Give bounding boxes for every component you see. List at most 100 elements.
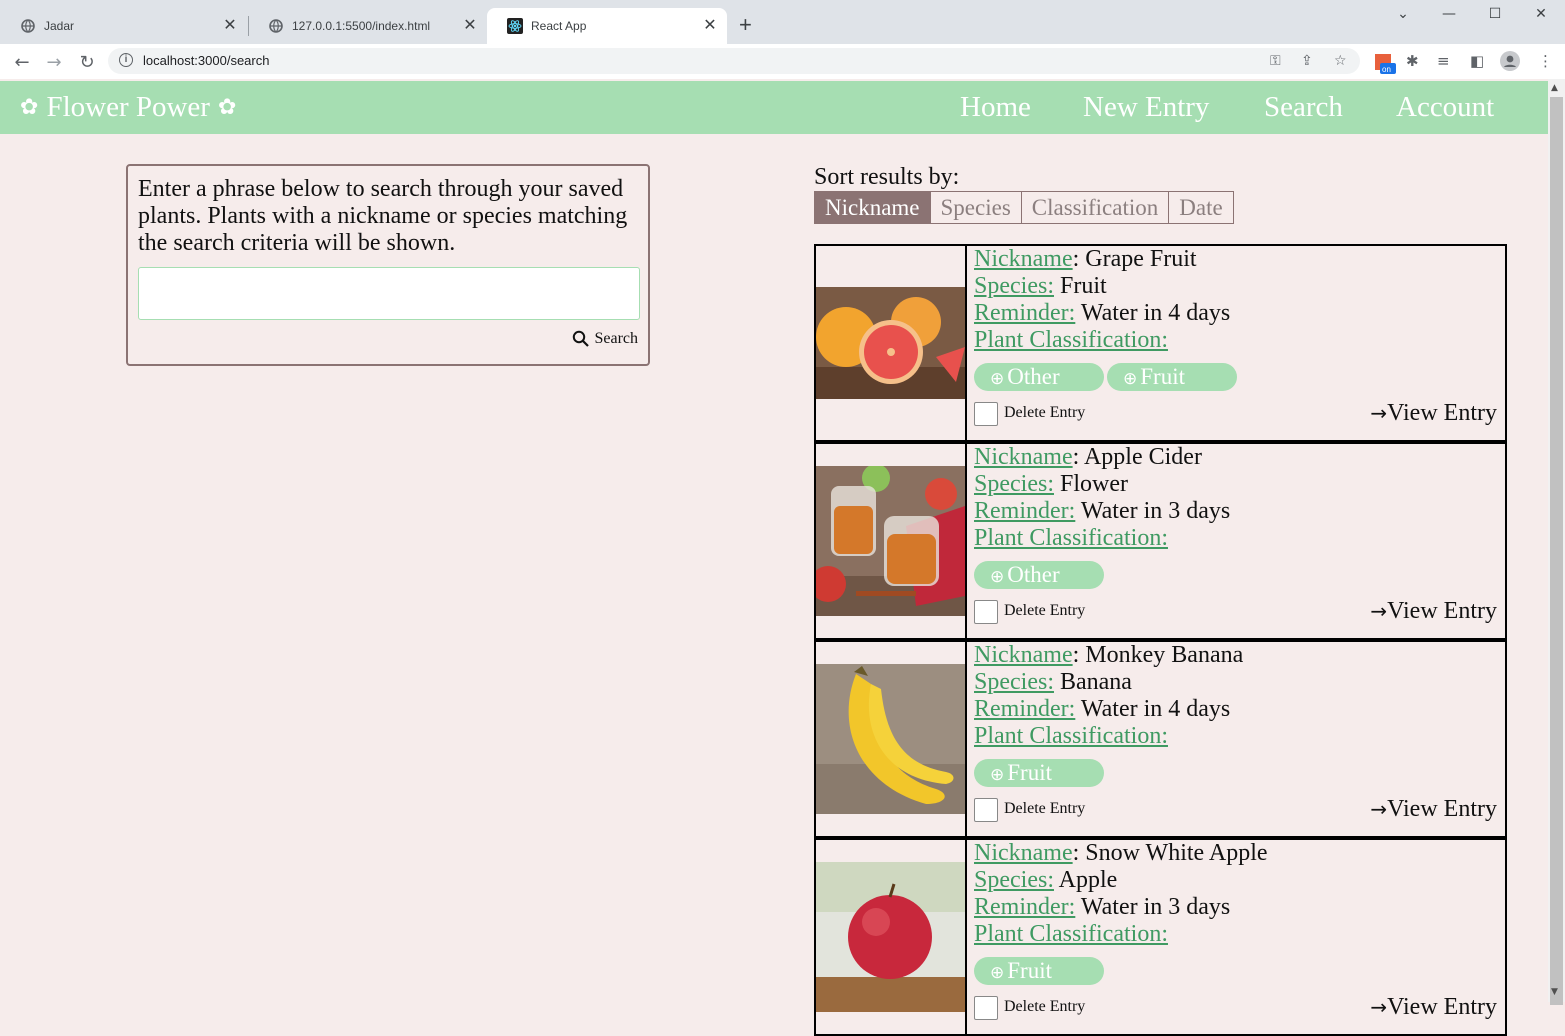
- classification-tags: ⊕ Other ⊕ Fruit: [974, 363, 1497, 391]
- nickname-label[interactable]: Nickname: [974, 444, 1073, 470]
- delete-entry-checkbox[interactable]: [974, 402, 998, 426]
- view-entry-link[interactable]: →View Entry: [1370, 796, 1497, 823]
- nav-account[interactable]: Account: [1396, 91, 1494, 124]
- classification-tags: ⊕ Fruit: [974, 957, 1497, 985]
- close-tab-icon[interactable]: ✕: [221, 17, 239, 35]
- plant-entry: Nickname: Grape Fruit Species: Fruit Rem…: [814, 244, 1507, 442]
- extension-badge-icon[interactable]: on: [1374, 53, 1396, 79]
- plant-image-cell: [816, 444, 967, 638]
- side-panel-icon[interactable]: ◧: [1470, 52, 1484, 70]
- classification-label[interactable]: Plant Classification:: [974, 327, 1168, 353]
- species-label[interactable]: Species:: [974, 471, 1054, 497]
- key-icon[interactable]: ⚿: [1270, 53, 1281, 69]
- add-circle-icon: ⊕: [990, 567, 1005, 587]
- entry-actions: Delete Entry →View Entry: [974, 796, 1497, 824]
- delete-entry-label: Delete Entry: [1004, 404, 1086, 421]
- scrollbar-thumb[interactable]: [1550, 97, 1563, 1005]
- reminder-label[interactable]: Reminder:: [974, 498, 1075, 524]
- view-entry-link[interactable]: →View Entry: [1370, 598, 1497, 625]
- classification-tag[interactable]: ⊕ Other: [974, 363, 1104, 391]
- media-control-icon[interactable]: ≡: [1437, 52, 1450, 70]
- search-input[interactable]: [138, 267, 640, 320]
- species-label[interactable]: Species:: [974, 669, 1054, 695]
- search-panel: Enter a phrase below to search through y…: [126, 164, 650, 366]
- site-info-icon[interactable]: i: [119, 53, 133, 67]
- browser-tab-localhost[interactable]: 127.0.0.1:5500/index.html ✕: [248, 8, 487, 44]
- search-button[interactable]: Search: [572, 330, 638, 348]
- tag-label: Other: [1007, 562, 1060, 587]
- minimize-icon[interactable]: —: [1434, 6, 1464, 22]
- reminder-label[interactable]: Reminder:: [974, 894, 1075, 920]
- nav-new-entry[interactable]: New Entry: [1083, 91, 1209, 124]
- sort-label: Sort results by:: [814, 164, 960, 190]
- app-navbar: ✿ Flower Power ✿ Home New Entry Search A…: [0, 81, 1548, 134]
- brand[interactable]: ✿ Flower Power ✿: [12, 91, 244, 124]
- nav-home[interactable]: Home: [960, 91, 1031, 124]
- extensions-puzzle-icon[interactable]: ✱: [1406, 52, 1419, 70]
- scroll-down-arrow-icon[interactable]: ▼: [1551, 987, 1558, 997]
- url-text[interactable]: localhost:3000/search: [143, 53, 269, 68]
- close-window-icon[interactable]: ✕: [1526, 6, 1556, 22]
- plant-details: Nickname: Grape Fruit Species: Fruit Rem…: [974, 246, 1497, 427]
- nickname-value: Grape Fruit: [1085, 246, 1197, 272]
- react-icon: [507, 18, 523, 34]
- maximize-icon[interactable]: ☐: [1480, 6, 1510, 22]
- entry-actions: Delete Entry →View Entry: [974, 994, 1497, 1022]
- plant-details: Nickname: Snow White Apple Species: Appl…: [974, 840, 1497, 1022]
- view-entry-link[interactable]: →View Entry: [1370, 994, 1497, 1021]
- apple-cider-photo: [816, 466, 965, 616]
- classification-tag[interactable]: ⊕ Fruit: [1107, 363, 1237, 391]
- plant-details: Nickname: Apple Cider Species: Flower Re…: [974, 444, 1497, 625]
- sort-options: Nickname Species Classification Date: [814, 191, 1234, 224]
- delete-entry-checkbox[interactable]: [974, 600, 998, 624]
- reminder-value: Water in 3 days: [1080, 894, 1231, 920]
- close-tab-icon[interactable]: ✕: [461, 17, 479, 35]
- reminder-value: Water in 4 days: [1080, 300, 1231, 326]
- profile-avatar-icon[interactable]: [1500, 51, 1520, 75]
- sort-classification-button[interactable]: Classification: [1020, 191, 1170, 224]
- view-entry-link[interactable]: →View Entry: [1370, 400, 1497, 427]
- tab-search-chevron-icon[interactable]: ⌄: [1388, 6, 1418, 22]
- page-scrollbar[interactable]: ▲ ▼: [1548, 79, 1565, 1005]
- address-bar[interactable]: i localhost:3000/search ⚿ ⇪ ☆: [108, 48, 1360, 74]
- species-label[interactable]: Species:: [974, 867, 1054, 893]
- delete-entry-label: Delete Entry: [1004, 998, 1086, 1015]
- tab-title: 127.0.0.1:5500/index.html: [292, 19, 431, 33]
- classification-tag[interactable]: ⊕ Fruit: [974, 957, 1104, 985]
- browser-tab-react-app[interactable]: React App ✕: [487, 8, 727, 44]
- reminder-label[interactable]: Reminder:: [974, 300, 1075, 326]
- classification-label[interactable]: Plant Classification:: [974, 723, 1168, 749]
- magnifier-icon: [573, 330, 590, 347]
- sort-nickname-button[interactable]: Nickname: [814, 191, 931, 224]
- sort-species-button[interactable]: Species: [929, 191, 1022, 224]
- delete-entry-checkbox[interactable]: [974, 996, 998, 1020]
- delete-entry-checkbox[interactable]: [974, 798, 998, 822]
- classification-tag[interactable]: ⊕ Other: [974, 561, 1104, 589]
- nav-search[interactable]: Search: [1264, 91, 1343, 124]
- nickname-label[interactable]: Nickname: [974, 642, 1073, 668]
- classification-label[interactable]: Plant Classification:: [974, 525, 1168, 551]
- back-icon[interactable]: ←: [11, 51, 33, 73]
- sort-date-button[interactable]: Date: [1168, 191, 1234, 224]
- reminder-label[interactable]: Reminder:: [974, 696, 1075, 722]
- classification-tag[interactable]: ⊕ Fruit: [974, 759, 1104, 787]
- new-tab-button[interactable]: +: [739, 14, 752, 36]
- kebab-menu-icon[interactable]: ⋮: [1538, 52, 1553, 70]
- reminder-value: Water in 3 days: [1080, 498, 1231, 524]
- nickname-label[interactable]: Nickname: [974, 840, 1073, 866]
- nickname-value: Apple Cider: [1083, 444, 1202, 470]
- species-label[interactable]: Species:: [974, 273, 1054, 299]
- species-value: Flower: [1059, 471, 1128, 497]
- reload-icon[interactable]: ↻: [76, 51, 98, 73]
- browser-tab-jadar[interactable]: Jadar ✕: [0, 8, 247, 44]
- classification-label[interactable]: Plant Classification:: [974, 921, 1168, 947]
- scroll-up-arrow-icon[interactable]: ▲: [1551, 83, 1558, 93]
- share-icon[interactable]: ⇪: [1301, 53, 1313, 69]
- plant-entry: Nickname: Snow White Apple Species: Appl…: [814, 838, 1507, 1036]
- apple-photo: [816, 862, 965, 1012]
- svg-text:on: on: [1382, 65, 1391, 74]
- bookmark-star-icon[interactable]: ☆: [1334, 53, 1347, 69]
- forward-icon[interactable]: →: [43, 51, 65, 73]
- nickname-label[interactable]: Nickname: [974, 246, 1073, 272]
- close-tab-icon[interactable]: ✕: [701, 17, 719, 35]
